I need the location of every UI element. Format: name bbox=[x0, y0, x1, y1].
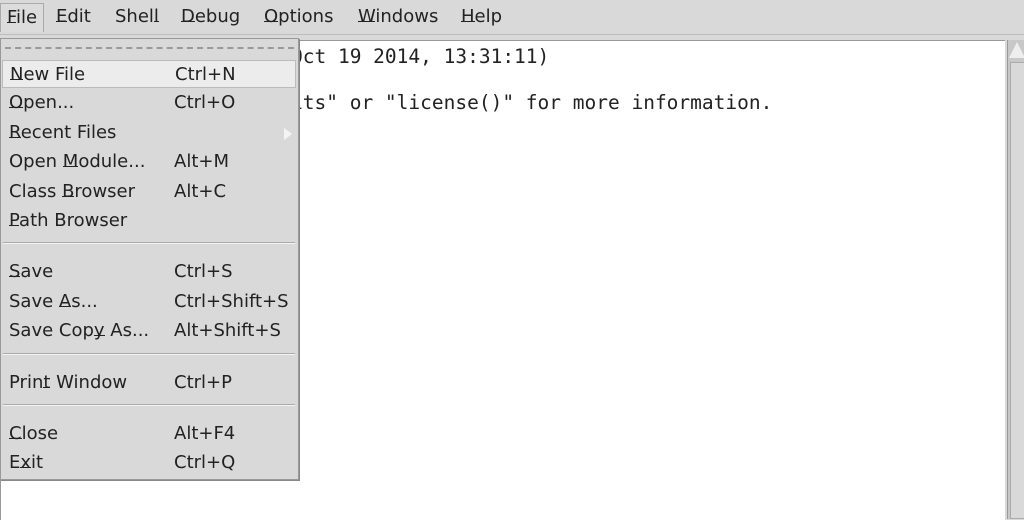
menu-item-shortcut: Ctrl+S bbox=[174, 261, 233, 283]
scrollbar-thumb[interactable] bbox=[1010, 62, 1024, 519]
menu-item-exit[interactable]: Exit Ctrl+Q bbox=[2, 449, 296, 477]
menu-item-label: Save bbox=[9, 261, 54, 283]
menu-item-open-module[interactable]: Open Module... Alt+M bbox=[2, 148, 296, 176]
menu-item-label: New File bbox=[10, 64, 86, 85]
menu-item-label: Exit bbox=[9, 452, 44, 474]
menu-item-shortcut: Ctrl+Q bbox=[174, 452, 236, 474]
menu-edit[interactable]: Edit bbox=[50, 3, 97, 31]
menu-item-save-copy-as[interactable]: Save Copy As... Alt+Shift+S bbox=[2, 317, 296, 345]
menu-item-label: Save As... bbox=[9, 290, 98, 312]
menu-item-shortcut: Alt+F4 bbox=[174, 423, 236, 444]
menu-item-shortcut: Alt+C bbox=[174, 180, 227, 202]
menu-item-open[interactable]: Open... Ctrl+O bbox=[2, 89, 296, 117]
menu-options[interactable]: Options bbox=[258, 3, 339, 31]
menu-item-shortcut: Ctrl+N bbox=[175, 64, 236, 85]
vertical-scrollbar[interactable] bbox=[1007, 40, 1024, 519]
menu-item-shortcut: Alt+M bbox=[174, 151, 229, 173]
menu-item-class-browser[interactable]: Class Browser Alt+C bbox=[2, 178, 296, 206]
menu-item-save[interactable]: Save Ctrl+S bbox=[2, 258, 296, 286]
shell-info-line: its" or "license()" for more information… bbox=[291, 91, 773, 114]
menu-item-label: Print Window bbox=[9, 371, 128, 393]
menu-tearoff[interactable] bbox=[5, 47, 294, 49]
file-menu-dropdown: New File Ctrl+N Open... Ctrl+O Recent Files O… bbox=[0, 38, 299, 480]
menu-item-label: Path Browser bbox=[9, 210, 128, 231]
menu-item-label: Open Module... bbox=[9, 151, 146, 173]
menu-item-shortcut: Ctrl+P bbox=[174, 371, 232, 393]
menu-item-save-as[interactable]: Save As... Ctrl+Shift+S bbox=[2, 288, 296, 316]
menu-help[interactable]: Help bbox=[455, 3, 508, 31]
menu-item-label: Class Browser bbox=[9, 180, 136, 202]
menu-shell[interactable]: Shell bbox=[109, 3, 165, 31]
scroll-up-arrow-icon[interactable] bbox=[1009, 42, 1024, 58]
menu-item-label: Save Copy As... bbox=[9, 320, 150, 342]
menu-item-label: Close bbox=[9, 423, 59, 444]
shell-banner-line: Oct 19 2014, 13:31:11) bbox=[291, 45, 550, 68]
menu-separator bbox=[3, 242, 295, 245]
menu-debug[interactable]: Debug bbox=[175, 3, 246, 31]
menu-item-shortcut: Alt+Shift+S bbox=[174, 320, 281, 342]
menu-item-new-file[interactable]: New File Ctrl+N bbox=[2, 60, 296, 88]
menu-item-label: Open... bbox=[9, 92, 75, 114]
menu-item-print-window[interactable]: Print Window Ctrl+P bbox=[2, 369, 296, 397]
menu-item-shortcut: Ctrl+Shift+S bbox=[174, 290, 289, 312]
menu-item-label: Recent Files bbox=[9, 121, 117, 143]
submenu-arrow-icon bbox=[284, 127, 292, 140]
menu-item-shortcut: Ctrl+O bbox=[174, 92, 236, 114]
menu-bar: File Edit Shell Debug Options Windows Help bbox=[0, 0, 1024, 35]
menu-file[interactable]: File bbox=[0, 3, 45, 32]
menu-item-close[interactable]: Close Alt+F4 bbox=[2, 420, 296, 448]
menu-windows[interactable]: Windows bbox=[352, 3, 444, 31]
menu-item-path-browser[interactable]: Path Browser bbox=[2, 207, 296, 235]
menu-item-recent-files[interactable]: Recent Files bbox=[2, 119, 296, 147]
menu-separator bbox=[3, 404, 295, 406]
menu-separator bbox=[3, 352, 295, 355]
